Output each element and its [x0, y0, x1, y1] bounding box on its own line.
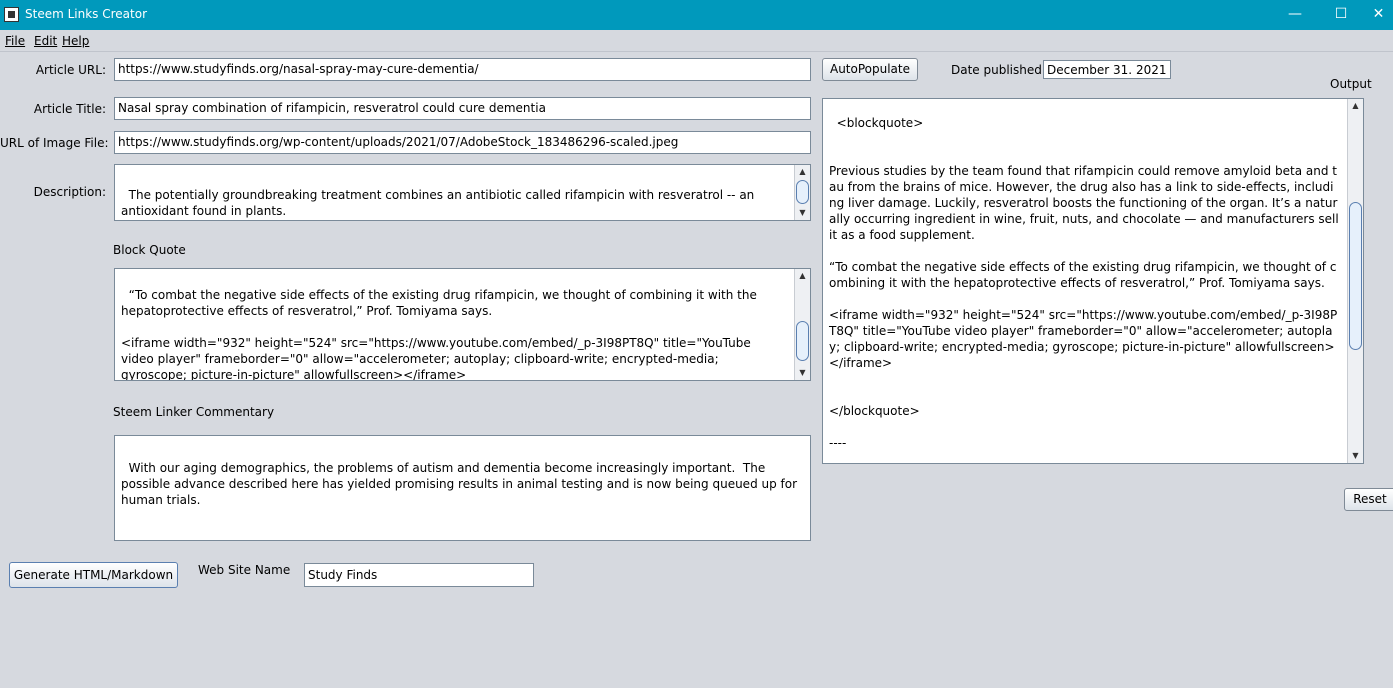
app-icon — [4, 7, 19, 22]
block-quote-scrollbar[interactable]: ▲ ▼ — [794, 269, 810, 380]
commentary-text: With our aging demographics, the problem… — [121, 461, 801, 507]
menu-bar: File Edit Help — [0, 30, 1393, 52]
scroll-thumb[interactable] — [796, 321, 809, 361]
article-url-field[interactable]: https://www.studyfinds.org/nasal-spray-m… — [114, 58, 811, 81]
output-textarea[interactable]: <blockquote> Previous studies by the tea… — [822, 98, 1364, 464]
image-url-label: URL of Image File: — [0, 136, 109, 150]
menu-help-label: Help — [62, 34, 90, 48]
scroll-up-icon[interactable]: ▲ — [1348, 99, 1363, 113]
menu-edit[interactable]: Edit — [34, 34, 57, 48]
minimize-button[interactable]: — — [1272, 0, 1318, 30]
image-url-field[interactable]: https://www.studyfinds.org/wp-content/up… — [114, 131, 811, 154]
article-title-label: Article Title: — [33, 102, 106, 116]
generate-button[interactable]: Generate HTML/Markdown — [9, 562, 178, 588]
scroll-down-icon[interactable]: ▼ — [795, 366, 810, 380]
autopopulate-button[interactable]: AutoPopulate — [822, 58, 918, 81]
output-label: Output — [1330, 77, 1372, 91]
close-button[interactable]: ✕ — [1364, 0, 1393, 30]
maximize-button[interactable]: ☐ — [1318, 0, 1364, 30]
article-url-label: Article URL: — [35, 63, 106, 77]
block-quote-label: Block Quote — [113, 243, 186, 257]
scroll-thumb[interactable] — [1349, 202, 1362, 350]
date-published-field[interactable]: December 31. 2021 — [1043, 60, 1171, 79]
description-scrollbar[interactable]: ▲ ▼ — [794, 165, 810, 220]
scroll-down-icon[interactable]: ▼ — [1348, 449, 1363, 463]
title-bar: Steem Links Creator — ☐ ✕ — [0, 0, 1393, 30]
menu-file[interactable]: File — [5, 34, 25, 48]
article-title-field[interactable]: Nasal spray combination of rifampicin, r… — [114, 97, 811, 120]
menu-help[interactable]: Help — [62, 34, 89, 48]
scroll-down-icon[interactable]: ▼ — [795, 206, 810, 220]
website-name-label: Web Site Name — [198, 563, 291, 577]
window-title: Steem Links Creator — [25, 7, 147, 21]
description-text: The potentially groundbreaking treatment… — [121, 188, 759, 218]
output-text: <blockquote> Previous studies by the tea… — [829, 116, 1339, 450]
website-name-field[interactable]: Study Finds — [304, 563, 534, 587]
commentary-textarea[interactable]: With our aging demographics, the problem… — [114, 435, 811, 541]
scroll-thumb[interactable] — [796, 180, 809, 204]
description-textarea[interactable]: The potentially groundbreaking treatment… — [114, 164, 811, 221]
scroll-up-icon[interactable]: ▲ — [795, 165, 810, 179]
block-quote-text: “To combat the negative side effects of … — [121, 288, 757, 381]
menu-file-label: File — [5, 34, 26, 48]
date-published-label: Date published — [951, 63, 1042, 77]
menu-edit-label: Edit — [34, 34, 58, 48]
block-quote-textarea[interactable]: “To combat the negative side effects of … — [114, 268, 811, 381]
output-scrollbar[interactable]: ▲ ▼ — [1347, 99, 1363, 463]
reset-button[interactable]: Reset — [1344, 488, 1393, 511]
commentary-label: Steem Linker Commentary — [113, 405, 275, 419]
scroll-up-icon[interactable]: ▲ — [795, 269, 810, 283]
description-label: Description: — [33, 185, 106, 199]
